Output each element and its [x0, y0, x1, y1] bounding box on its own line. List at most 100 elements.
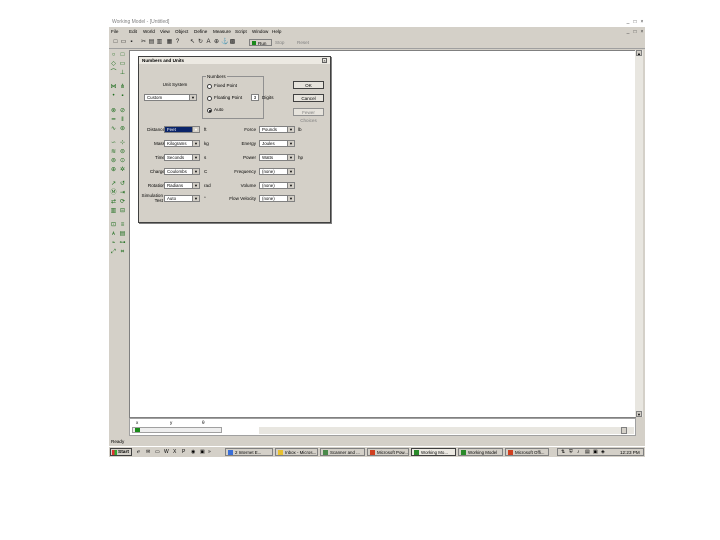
stop-button[interactable]: Stop: [275, 39, 295, 46]
quicklaunch-extra-icon[interactable]: ▣: [200, 449, 205, 455]
rope-icon[interactable]: ∽: [110, 140, 117, 147]
quicklaunch-excel-icon[interactable]: X: [173, 449, 176, 455]
minimize-button[interactable]: _: [625, 19, 631, 25]
rigid-joint-icon[interactable]: ‖: [119, 117, 126, 124]
separator-icon[interactable]: ⊹: [119, 140, 126, 147]
quicklaunch-ie-icon[interactable]: ℯ: [137, 449, 140, 455]
quicklaunch-more-icon[interactable]: »: [208, 449, 211, 455]
maximize-button[interactable]: □: [632, 19, 638, 25]
unit-system-select[interactable]: Custom ▼: [144, 94, 197, 101]
doc-minimize-button[interactable]: _: [625, 29, 631, 35]
curve-tool-icon[interactable]: ⌒: [110, 70, 117, 77]
flow-velocity-select[interactable]: (none) ▼: [259, 195, 295, 202]
copy-icon[interactable]: ▤: [148, 39, 155, 46]
point-tool-icon[interactable]: •: [110, 93, 117, 100]
tray-antivirus-icon[interactable]: ⛨: [569, 449, 573, 456]
volume-select[interactable]: (none) ▼: [259, 182, 295, 189]
help-icon[interactable]: ?: [174, 39, 181, 46]
vertical-scrollbar[interactable]: ▲ ▼: [635, 50, 643, 417]
zoom-icon[interactable]: ⊕: [213, 39, 220, 46]
pulley-icon[interactable]: ⊕: [110, 167, 117, 174]
quicklaunch-outlook-icon[interactable]: ✉: [146, 449, 150, 455]
quicklaunch-ppt-icon[interactable]: P: [182, 449, 185, 455]
menu-measure[interactable]: Measure: [213, 29, 231, 34]
taskbar-item[interactable]: Working Model: [458, 448, 503, 456]
taskbar-item[interactable]: Scanner and ...: [320, 448, 365, 456]
keyed-slot-icon[interactable]: ━: [110, 117, 117, 124]
square-tool-icon[interactable]: ▭: [119, 61, 126, 68]
circle-tool-icon[interactable]: ○: [110, 52, 117, 59]
quicklaunch-word-icon[interactable]: W: [164, 449, 169, 455]
rotation-spring-icon[interactable]: ⊚: [110, 158, 117, 165]
tray-display-icon[interactable]: ▣: [593, 449, 598, 456]
curved-slot-icon[interactable]: ∿: [110, 126, 117, 133]
run-button[interactable]: Run: [249, 39, 272, 46]
torque-icon[interactable]: ↺: [119, 181, 126, 188]
square-point-tool-icon[interactable]: ▪: [119, 93, 126, 100]
cut-icon[interactable]: ✂: [140, 39, 147, 46]
menu-control-icon[interactable]: ≡: [119, 222, 126, 229]
force-select[interactable]: Pounds ▼: [259, 126, 295, 133]
anchor-icon[interactable]: ⚓: [221, 39, 228, 46]
menu-define[interactable]: Define: [194, 29, 207, 34]
polygon-tool-icon[interactable]: ◇: [110, 61, 117, 68]
menu-script[interactable]: Script: [235, 29, 247, 34]
grid-icon[interactable]: ▩: [229, 39, 236, 46]
text-tool-icon[interactable]: ᴀ: [110, 231, 117, 238]
trace-icon[interactable]: ⊶: [119, 240, 126, 247]
rectangle-tool-icon[interactable]: □: [119, 52, 126, 59]
tray-printer-icon[interactable]: ▤: [585, 449, 590, 456]
quicklaunch-media-icon[interactable]: ◉: [191, 449, 195, 455]
energy-select[interactable]: Joules ▼: [259, 140, 295, 147]
scroll-up-icon[interactable]: ▲: [636, 50, 642, 56]
tray-volume-icon[interactable]: ♪: [577, 449, 580, 456]
pointer-icon[interactable]: ↖: [189, 39, 196, 46]
join-tool-icon[interactable]: ⋈: [110, 84, 117, 91]
open-folder-icon[interactable]: ▭: [120, 39, 127, 46]
rotation-select[interactable]: Radians ▼: [164, 182, 200, 189]
distance-select[interactable]: Feet ▼: [164, 126, 200, 133]
paste-icon[interactable]: ▥: [156, 39, 163, 46]
rotate-icon[interactable]: ↻: [197, 39, 204, 46]
picture-tool-icon[interactable]: ▤: [119, 231, 126, 238]
tray-network-icon[interactable]: ⇅: [561, 449, 565, 456]
taskbar-item-active[interactable]: Working Mo...: [411, 448, 456, 456]
charge-select[interactable]: Coulombs ▼: [164, 168, 200, 175]
doc-close-button[interactable]: ×: [639, 29, 645, 35]
motor-icon[interactable]: Ⓜ: [110, 190, 117, 197]
button-control-icon[interactable]: ⊡: [110, 222, 117, 229]
text-icon[interactable]: A: [205, 39, 212, 46]
meter-icon[interactable]: ▥: [110, 208, 117, 215]
time-slider[interactable]: [132, 427, 222, 433]
pin-joint-icon[interactable]: ⊗: [110, 108, 117, 115]
fewer-choices-button[interactable]: Fewer Choices: [293, 108, 324, 123]
actuator-icon[interactable]: ⇥: [119, 190, 126, 197]
horizontal-scrollbar[interactable]: [259, 427, 634, 434]
taskbar-item[interactable]: Microsoft Pow...: [367, 448, 409, 456]
floating-point-radio[interactable]: [207, 96, 212, 101]
slot-joint-icon[interactable]: ⊘: [119, 108, 126, 115]
close-button[interactable]: ×: [639, 19, 645, 25]
taskbar-item[interactable]: 2 Internet E...: [225, 448, 273, 456]
split-tool-icon[interactable]: ⋔: [119, 84, 126, 91]
fixed-point-radio[interactable]: [207, 84, 212, 89]
linear-actuator-icon[interactable]: ⇄: [110, 199, 117, 206]
menu-help[interactable]: Help: [272, 29, 281, 34]
damper-icon[interactable]: ⊜: [119, 149, 126, 156]
coordinate-icon[interactable]: ⌗: [119, 249, 126, 256]
cancel-button[interactable]: Cancel: [293, 94, 324, 102]
time-select[interactable]: Seconds ▼: [164, 154, 200, 161]
new-file-icon[interactable]: □: [112, 39, 119, 46]
frequency-select[interactable]: (none) ▼: [259, 168, 295, 175]
menu-window[interactable]: Window: [252, 29, 268, 34]
spring-icon[interactable]: ≋: [110, 149, 117, 156]
doc-restore-button[interactable]: □: [632, 29, 638, 35]
scroll-down-icon[interactable]: ▼: [636, 411, 642, 417]
save-icon[interactable]: ▪: [128, 39, 135, 46]
slider-control-icon[interactable]: ⊟: [119, 208, 126, 215]
scroll-thumb[interactable]: [621, 427, 627, 434]
start-button[interactable]: Start: [110, 448, 132, 456]
menu-file[interactable]: File: [111, 29, 118, 34]
taskbar-item[interactable]: Microsoft Offi...: [505, 448, 549, 456]
menu-edit[interactable]: Edit: [129, 29, 137, 34]
